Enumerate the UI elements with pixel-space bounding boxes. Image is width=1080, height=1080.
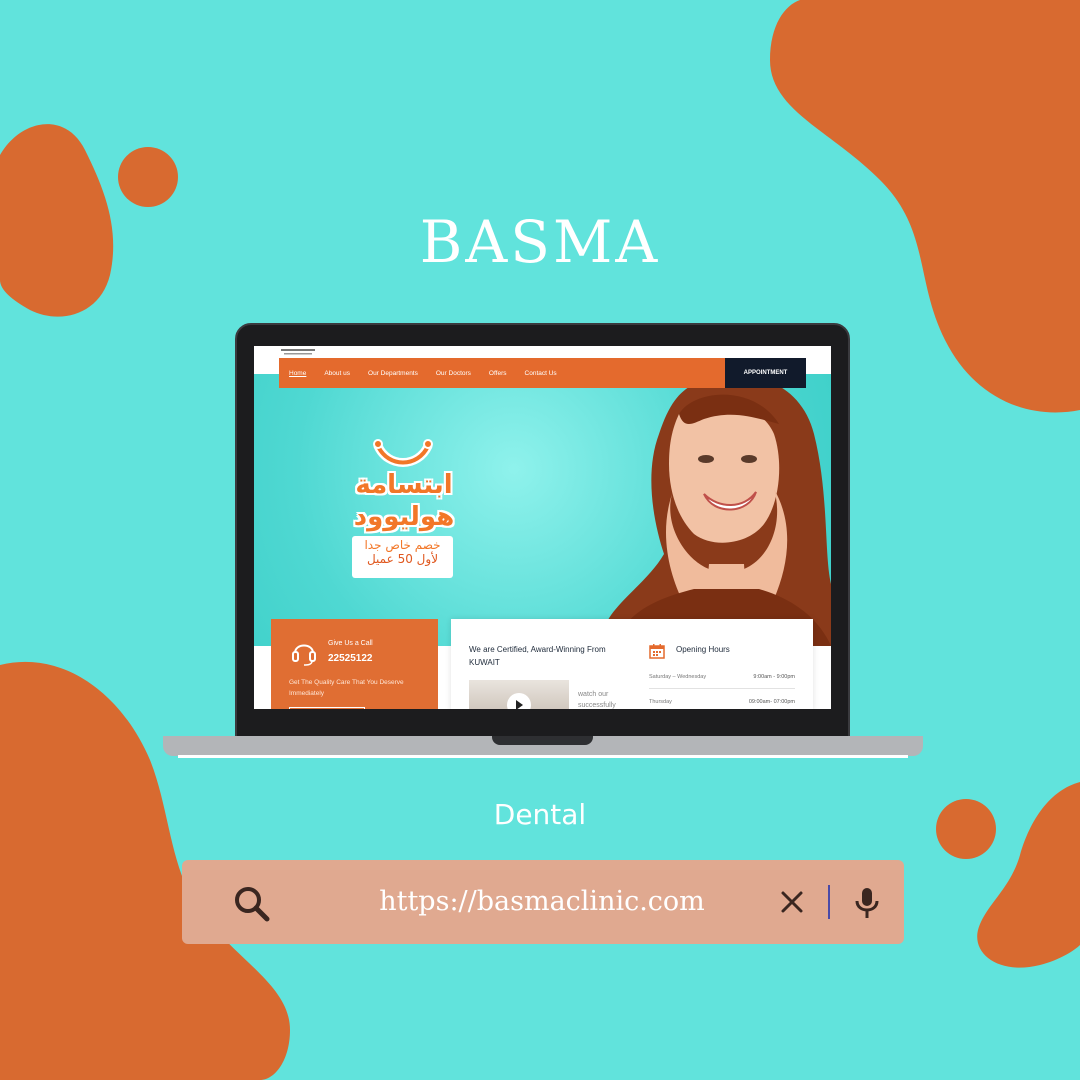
play-icon[interactable] <box>507 693 531 709</box>
search-divider <box>828 885 830 919</box>
appointment-button[interactable]: APPOINTMENT <box>725 358 806 388</box>
search-bar[interactable]: https://basmaclinic.com <box>182 860 904 944</box>
woman-photo <box>602 374 831 646</box>
calendar-icon <box>649 644 665 659</box>
watch-text: watch our successfully <box>578 691 616 709</box>
promo-offer-box: خصم خاص جدا لأول 50 عميل <box>352 536 453 578</box>
nav-offers[interactable]: Offers <box>489 370 507 377</box>
microphone-icon[interactable] <box>852 886 882 920</box>
hours-time: 9:00am - 9:00pm <box>753 674 795 680</box>
page-title: BASMA <box>419 208 661 276</box>
hours-row: Saturday – Wednesday 9:00am - 9:00pm <box>649 674 795 680</box>
search-icon[interactable] <box>232 884 272 924</box>
video-thumbnail[interactable] <box>469 680 569 709</box>
phone-number[interactable]: 22525122 <box>328 653 373 664</box>
site-navbar: Home About us Our Departments Our Doctor… <box>279 358 725 388</box>
site-logo[interactable] <box>281 348 321 356</box>
smile-icon <box>373 439 433 467</box>
nav-contact[interactable]: Contact Us <box>525 370 557 377</box>
promo-offer-line-1: خصم خاص جدا <box>364 538 441 552</box>
certified-text: We are Certified, Award-Winning From KUW… <box>469 645 606 667</box>
nav-about[interactable]: About us <box>324 370 350 377</box>
hours-day: Thursday <box>649 699 672 705</box>
nav-doctors[interactable]: Our Doctors <box>436 370 471 377</box>
laptop-screen: Home About us Our Departments Our Doctor… <box>254 346 831 709</box>
hours-day: Saturday – Wednesday <box>649 674 707 680</box>
nav-departments[interactable]: Our Departments <box>368 370 418 377</box>
info-card: We are Certified, Award-Winning From KUW… <box>451 619 813 709</box>
laptop-base-highlight <box>178 755 908 758</box>
laptop-notch <box>492 736 593 745</box>
hours-divider <box>649 688 795 689</box>
promo-headline-2: هوليوود <box>353 502 455 532</box>
hours-time: 09:00am- 07:00pm <box>748 699 795 705</box>
opening-hours-title: Opening Hours <box>676 645 730 654</box>
call-description: Get The Quality Care That You Deserve Im… <box>289 679 404 697</box>
search-input[interactable]: https://basmaclinic.com <box>312 886 772 917</box>
promo-headline-1: ابتسامة <box>355 470 453 500</box>
headset-icon <box>292 644 316 666</box>
call-label: Give Us a Call <box>328 640 373 647</box>
promo-offer-line-2: لأول 50 عميل <box>366 552 439 566</box>
nav-home[interactable]: Home <box>289 370 306 377</box>
call-card: Give Us a Call 22525122 Get The Quality … <box>271 619 438 709</box>
page-subtitle: Dental <box>493 798 587 831</box>
close-icon[interactable] <box>780 890 804 914</box>
hours-row: Thursday 09:00am- 07:00pm <box>649 699 795 705</box>
call-card-button[interactable] <box>289 707 365 709</box>
